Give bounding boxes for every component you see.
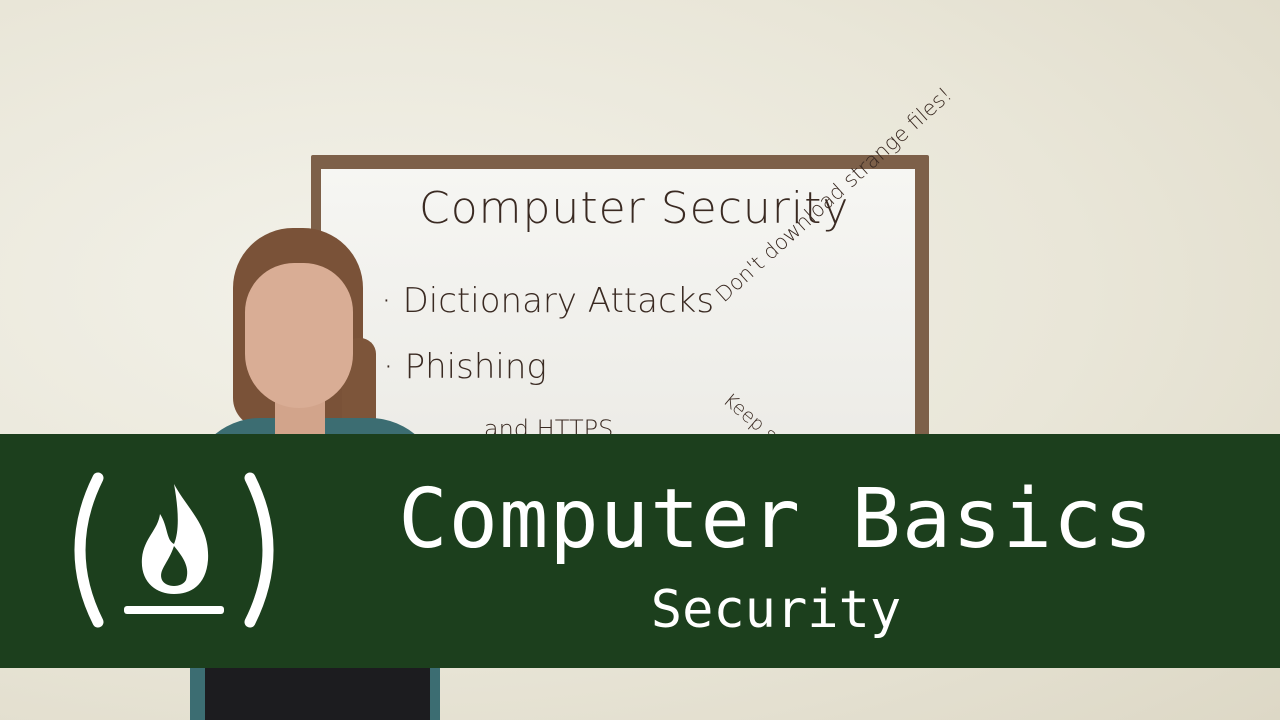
presenter-face [245, 263, 353, 408]
title-banner: Computer Basics Security [0, 434, 1280, 668]
presenter-skirt [205, 668, 430, 720]
video-subtitle: Security [650, 580, 902, 640]
freecodecamp-fire-logo-icon [74, 472, 274, 628]
video-title: Computer Basics [398, 472, 1154, 567]
